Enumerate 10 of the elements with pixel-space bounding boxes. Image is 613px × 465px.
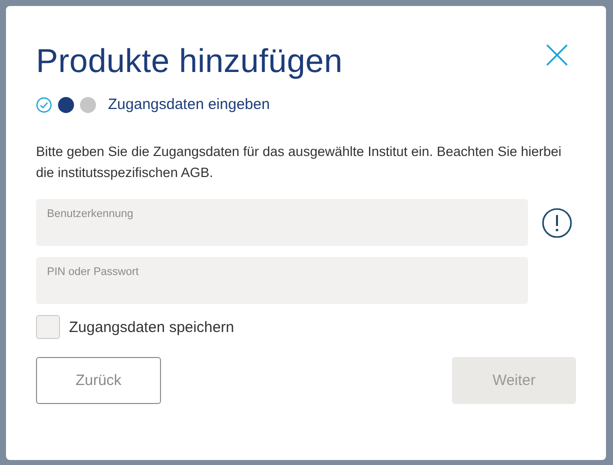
description-text: Bitte geben Sie die Zugangsdaten für das ausgewählte Institut ein. Beachten Sie hierbei die institutsspezifischen AGB.: [36, 143, 562, 182]
checkbox[interactable]: [36, 315, 60, 339]
step-label: Zugangsdaten eingeben: [108, 96, 270, 113]
exclamation-icon[interactable]: [542, 208, 572, 238]
close-icon[interactable]: [546, 44, 568, 66]
input-field[interactable]: Benutzerkennung: [36, 199, 528, 246]
dialog-title: Produkte hinzufügen: [36, 42, 343, 80]
input-field[interactable]: PIN oder Passwort: [36, 257, 528, 304]
checkbox-label: Zugangsdaten speichern: [69, 318, 234, 336]
back-button[interactable]: Zurück: [36, 357, 161, 404]
